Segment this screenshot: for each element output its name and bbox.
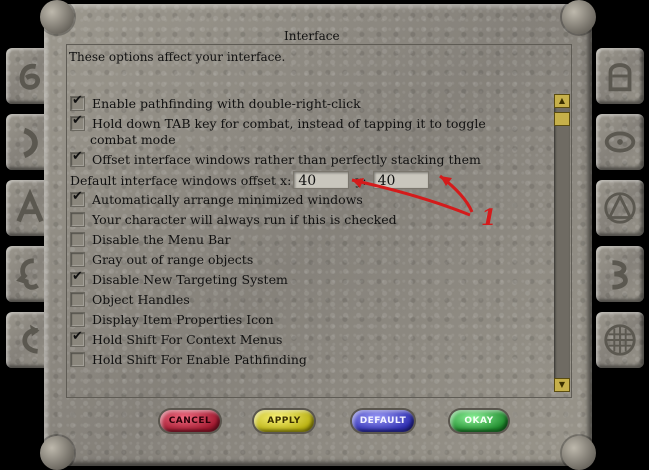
annotation-number: 1 xyxy=(481,205,497,231)
option-label: Disable New Targeting System xyxy=(92,271,288,287)
checkbox[interactable] xyxy=(70,311,85,327)
option-always-run[interactable]: Your character will always run if this i… xyxy=(70,210,397,228)
checkbox[interactable] xyxy=(70,211,85,227)
scroll-glyph-icon xyxy=(612,260,628,290)
dialog-title: Interface xyxy=(284,29,340,43)
option-label: Display Item Properties Icon xyxy=(92,311,274,327)
option-offset-windows[interactable]: Offset interface windows rather than per… xyxy=(70,149,481,168)
checkbox[interactable] xyxy=(70,113,85,131)
frame-corner-ornament xyxy=(562,436,596,470)
checkbox[interactable] xyxy=(70,231,85,247)
side-tab-9[interactable] xyxy=(596,246,644,302)
checkbox[interactable] xyxy=(70,251,85,267)
checkbox[interactable] xyxy=(70,189,85,207)
option-label: Object Handles xyxy=(92,291,190,307)
option-label: Offset interface windows rather than per… xyxy=(92,151,481,167)
grid-orb-icon xyxy=(604,324,636,356)
dialog-subtitle: These options affect your interface. xyxy=(69,50,286,64)
eye-icon xyxy=(604,131,636,153)
option-label: Automatically arrange minimized windows xyxy=(92,191,363,207)
option-disable-menu-bar[interactable]: Disable the Menu Bar xyxy=(70,230,231,248)
scrollbar[interactable]: ▲ ▼ xyxy=(554,94,570,392)
offset-label: Default interface windows offset xyxy=(70,172,277,188)
option-shift-context-menus[interactable]: Hold Shift For Context Menus xyxy=(70,329,283,348)
option-label: Hold down TAB key for combat, instead of… xyxy=(92,115,486,131)
frame-corner-ornament xyxy=(562,0,596,34)
default-button-label: DEFAULT xyxy=(359,416,407,426)
option-pathfinding[interactable]: Enable pathfinding with double-right-cli… xyxy=(70,93,361,112)
checkbox[interactable] xyxy=(70,351,85,367)
checkbox[interactable] xyxy=(70,291,85,307)
side-tab-7[interactable] xyxy=(596,114,644,170)
okay-button-label: OKAY xyxy=(464,416,494,426)
option-disable-targeting[interactable]: Disable New Targeting System xyxy=(70,269,288,288)
scroll-down-button[interactable]: ▼ xyxy=(554,378,570,392)
checkbox[interactable] xyxy=(70,329,85,347)
side-tab-6[interactable] xyxy=(596,48,644,104)
option-item-properties-icon[interactable]: Display Item Properties Icon xyxy=(70,310,274,328)
checkbox[interactable] xyxy=(70,269,85,287)
default-button[interactable]: DEFAULT xyxy=(352,410,414,432)
option-label: Gray out of range objects xyxy=(92,251,254,267)
option-auto-arrange[interactable]: Automatically arrange minimized windows xyxy=(70,189,363,208)
okay-button[interactable]: OKAY xyxy=(450,410,508,432)
option-label: Hold Shift For Context Menus xyxy=(92,331,283,347)
frame-corner-ornament xyxy=(40,436,74,470)
apply-button-label: APPLY xyxy=(267,416,301,426)
option-label: Disable the Menu Bar xyxy=(92,231,231,247)
option-label-continuation: combat mode xyxy=(90,132,176,147)
option-tab-combat[interactable]: Hold down TAB key for combat, instead of… xyxy=(70,113,486,132)
triangle-rune-icon xyxy=(604,192,636,224)
checkbox[interactable] xyxy=(70,149,85,167)
cancel-button-label: CANCEL xyxy=(168,416,212,426)
side-tab-8[interactable] xyxy=(596,180,644,236)
side-tab-10[interactable] xyxy=(596,312,644,368)
option-shift-pathfinding[interactable]: Hold Shift For Enable Pathfinding xyxy=(70,350,307,368)
offset-x-label: x: xyxy=(280,172,292,188)
checkbox[interactable] xyxy=(70,93,85,111)
scroll-up-button[interactable]: ▲ xyxy=(554,94,570,108)
cancel-button[interactable]: CANCEL xyxy=(160,410,220,432)
option-object-handles[interactable]: Object Handles xyxy=(70,290,190,308)
apply-button[interactable]: APPLY xyxy=(254,410,314,432)
offset-row: Default interface windows offset x: 40 y… xyxy=(70,170,429,190)
option-label: Enable pathfinding with double-right-cli… xyxy=(92,95,361,111)
offset-x-input[interactable]: 40 xyxy=(293,171,350,189)
option-gray-out-range[interactable]: Gray out of range objects xyxy=(70,250,253,268)
scroll-thumb[interactable] xyxy=(554,112,570,126)
helmet-icon xyxy=(608,63,632,92)
offset-y-input[interactable]: 40 xyxy=(372,171,429,189)
offset-y-label: y: xyxy=(355,172,367,188)
frame-corner-ornament xyxy=(40,0,74,34)
option-label: Hold Shift For Enable Pathfinding xyxy=(92,351,307,367)
option-label: Your character will always run if this i… xyxy=(92,211,397,227)
